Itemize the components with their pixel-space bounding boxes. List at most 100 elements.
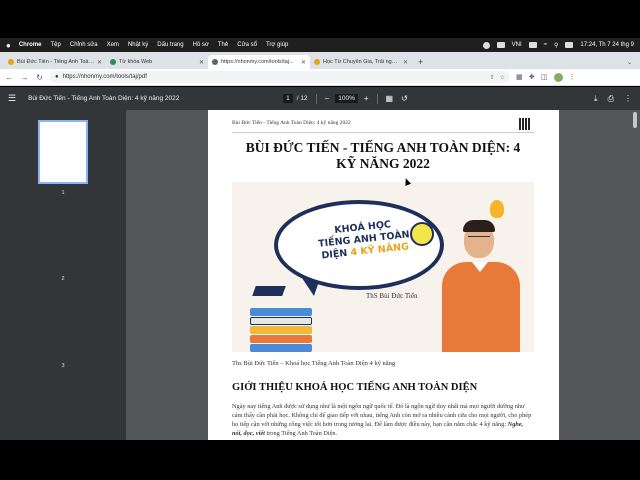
chrome-menu-icon[interactable]: ⋮ [569,73,576,81]
menu-window[interactable]: Cửa sổ [237,42,257,48]
sidepanel-icon[interactable]: ◫ [541,73,548,81]
book [250,344,312,352]
reload-icon[interactable]: ↻ [35,73,44,82]
book [250,308,312,316]
menu-profile[interactable]: Hồ sơ [193,42,209,48]
zoom-out-icon[interactable]: − [325,94,330,103]
tab-favicon-icon [110,59,116,65]
tab-label: https://nhonmy.com/tools/taj... [221,59,294,65]
teacher-glasses [468,236,490,241]
content-scrollbar-thumb[interactable] [633,112,637,128]
tab-close-icon[interactable]: ✕ [403,59,408,66]
bookmark-star-icon[interactable]: ☆ [500,74,505,81]
tab-strip: Bùi Đức Tiến - Tiếng Anh Toàn... ✕ Từ kh… [0,52,640,69]
browser-tab[interactable]: Bùi Đức Tiến - Tiếng Anh Toàn... ✕ [4,55,106,69]
tab-search-chevron-icon[interactable]: ⌄ [627,55,640,69]
input-source-label[interactable]: VNI [512,42,522,48]
browser-tab-active[interactable]: https://nhonmy.com/tools/taj... ✕ [208,55,310,69]
fit-page-icon[interactable]: ▦ [386,94,394,103]
lock-icon[interactable]: ● [55,74,59,80]
thumbnail-page-number: 1 [61,190,65,196]
address-bar[interactable]: ● https://nhonmy.com/tools/taj/pdf ⇧ ☆ [50,71,510,83]
menu-tab[interactable]: Thẻ [218,42,228,48]
teacher-hair [463,220,495,232]
puzzle-icon[interactable]: ❖ [529,73,535,81]
record-icon[interactable] [482,41,490,49]
section-heading: GIỚI THIỆU KHOÁ HỌC TIẾNG ANH TOÀN DIỆN [232,382,478,393]
display-icon[interactable] [496,42,505,48]
extension-icon[interactable]: ▦ [516,73,523,81]
image-caption: Ths Bùi Đức Tiến – Khoá học Tiếng Anh To… [232,360,396,367]
course-banner-image: KHOÁ HỌC TIẾNG ANH TOÀN DIỆN 4 KỸ NĂNG T… [232,182,534,352]
menu-file[interactable]: Tệp [51,42,61,48]
book-stack-icon [250,308,312,352]
graduation-cap-icon [252,286,286,296]
toolbar-divider [376,93,378,104]
pdf-actions: ⤓ ⎙ ⋮ [594,94,632,104]
control-center-icon[interactable] [565,42,574,48]
letterbox-bottom [0,440,640,480]
menu-history[interactable]: Nhật ký [128,42,148,48]
page-total: / 12 [296,95,308,102]
banner-text: DIỆN [321,247,348,262]
menu-bookmarks[interactable]: Dấu trang [157,42,183,48]
zoom-control: − 100% + [325,94,369,103]
menubar-clock[interactable]: 17:24, Th 7 24 thg 9 [580,42,634,48]
zoom-level-input[interactable]: 100% [335,94,358,103]
battery-icon[interactable] [528,42,537,48]
teacher-name: ThS Bùi Đức Tiến [366,292,418,300]
tab-label: Từ khóa Web [119,59,153,65]
omnibox-actions: ⇧ ☆ [490,74,505,81]
book [250,335,312,343]
lightbulb-icon [490,200,504,218]
click-cursor-icon [410,222,434,246]
menu-view[interactable]: Xem [107,42,119,48]
profile-avatar[interactable] [553,72,563,82]
pdf-page: Bùi Đức Tiến - Tiếng Anh Toàn Diện: 4 kỹ… [208,110,559,440]
pdf-toolbar: ☰ Bùi Đức Tiến - Tiếng Anh Toàn Diện: 4 … [0,87,640,110]
pdf-document-title: Bùi Đức Tiến - Tiếng Anh Toàn Diện: 4 kỹ… [28,95,180,102]
teacher-body [442,262,520,352]
content-scrollbar[interactable] [632,110,638,440]
paragraph-text: Ngày nay tiếng Anh được sử dụng như là m… [232,403,532,428]
tab-label: Bùi Đức Tiến - Tiếng Anh Toàn... [17,59,94,65]
page-title: BÙI ĐỨC TIẾN - TIẾNG ANH TOÀN DIỆN: 4 KỸ… [232,140,534,172]
macos-menubar: ● Chrome Tệp Chỉnh sửa Xem Nhật ký Dấu t… [0,38,640,52]
page-number-input[interactable]: 1 [283,94,293,103]
header-divider [232,132,534,133]
page-thumbnail-selected[interactable] [38,120,88,184]
rotate-icon[interactable]: ↺ [401,94,408,103]
print-icon[interactable]: ⎙ [608,94,614,104]
more-actions-icon[interactable]: ⋮ [624,94,632,104]
tab-close-icon[interactable]: ✕ [301,59,306,66]
back-icon[interactable]: ← [5,73,14,82]
address-url[interactable]: https://nhonmy.com/tools/taj/pdf [63,74,147,80]
wifi-icon[interactable]: ≈ [544,42,547,48]
new-tab-button[interactable]: + [412,55,429,69]
tab-favicon-icon [314,59,320,65]
browser-tab[interactable]: Từ khóa Web ✕ [106,55,208,69]
apple-icon[interactable]: ● [6,41,11,50]
book [250,317,312,325]
tab-favicon-icon [8,59,14,65]
paragraph-text: trong Tiếng Anh Toàn Diện. [264,430,338,437]
zoom-in-icon[interactable]: + [364,94,369,103]
page-title-line: KỸ NĂNG 2022 [336,156,430,171]
download-icon[interactable]: ⤓ [594,94,598,104]
letterbox-top [0,0,640,38]
browser-tab[interactable]: Học Từ Chuyên Gia, Trải nghiệm... ✕ [310,55,412,69]
page-title-line: BÙI ĐỨC TIẾN - TIẾNG ANH TOÀN DIỆN: 4 [245,140,521,155]
thumbnail-page-number: 2 [61,276,65,282]
search-icon[interactable]: ⚲ [554,42,558,49]
tab-favicon-icon [212,59,218,65]
forward-icon[interactable]: → [20,73,29,82]
menu-icon[interactable]: ☰ [8,93,16,104]
menu-app[interactable]: Chrome [19,42,42,48]
tab-close-icon[interactable]: ✕ [199,59,204,66]
menu-help[interactable]: Trợ giúp [266,42,288,48]
qr-code-icon [519,118,531,130]
body-paragraph: Ngày nay tiếng Anh được sử dụng như là m… [232,402,534,438]
menu-edit[interactable]: Chỉnh sửa [70,42,98,48]
share-icon[interactable]: ⇧ [490,74,495,81]
tab-close-icon[interactable]: ✕ [97,59,102,66]
